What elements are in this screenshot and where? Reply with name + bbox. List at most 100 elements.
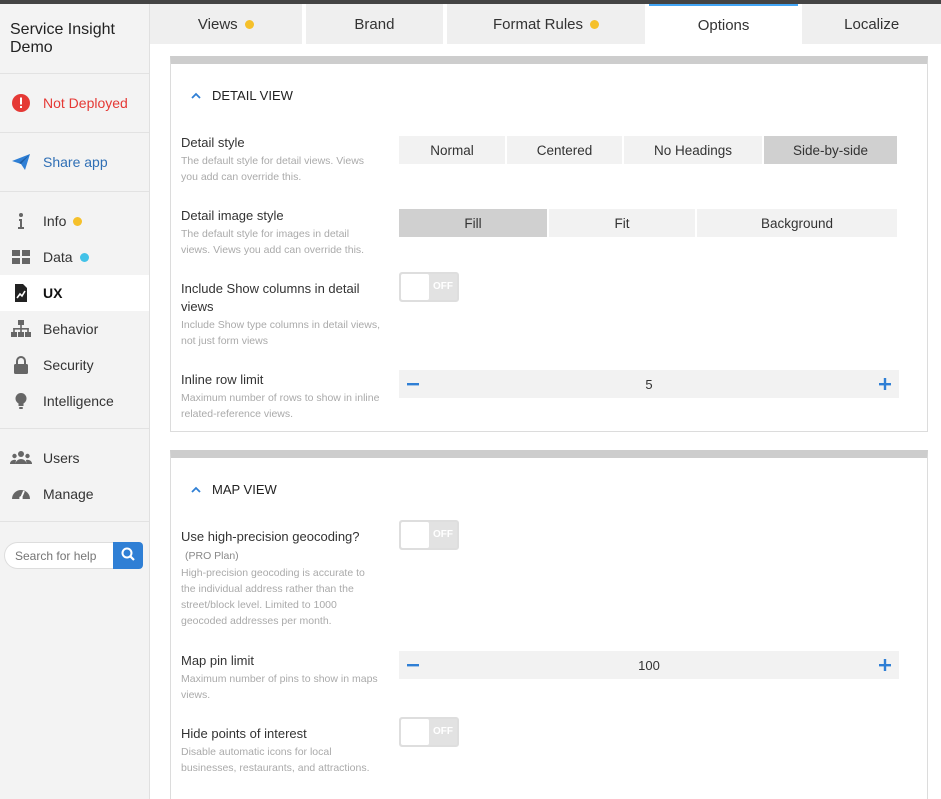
tab-views-dot (244, 19, 254, 29)
alert-icon (10, 93, 32, 113)
options-panel: DETAIL VIEW Detail style The default sty… (150, 44, 941, 799)
sidebar-item-data-label: Data (43, 249, 73, 265)
map-view-card: MAP VIEW Use high-precision geocoding? (… (170, 450, 928, 799)
sidebar-item-ux[interactable]: UX (0, 275, 149, 311)
tab-options-label: Options (697, 16, 750, 34)
sidebar-item-data[interactable]: Data (0, 239, 149, 275)
decrement-button[interactable] (399, 370, 427, 398)
deploy-status-label: Not Deployed (43, 95, 128, 111)
info-status-dot (73, 216, 83, 226)
decrement-button[interactable] (399, 651, 427, 679)
grid-icon (10, 247, 32, 267)
geocoding-toggle[interactable]: OFF (399, 520, 459, 550)
sidebar-item-ux-label: UX (43, 285, 63, 301)
tab-format-rules[interactable]: Format Rules (447, 4, 645, 44)
inline-row-limit-label-block: Inline row limit Maximum number of rows … (181, 371, 381, 422)
hide-poi-desc: Disable automatic icons for local busine… (181, 746, 370, 774)
sidebar-item-behavior[interactable]: Behavior (0, 311, 149, 347)
sidebar-item-behavior-label: Behavior (43, 321, 99, 337)
paper-plane-icon (10, 152, 32, 172)
detail-style-label: Detail style (181, 135, 245, 150)
detail-style-desc: The default style for detail views. View… (181, 155, 365, 183)
increment-button[interactable] (871, 651, 899, 679)
nav-section: Info Data UX Behavior Security Intellige… (0, 192, 149, 429)
tab-bar: Views Brand Format Rules Options Localiz… (150, 4, 941, 44)
lightbulb-icon (10, 391, 32, 411)
show-columns-desc: Include Show type columns in detail view… (181, 319, 381, 347)
inline-row-limit-stepper: 5 (399, 370, 899, 398)
detail-style-no-headings[interactable]: No Headings (624, 136, 762, 164)
map-view-title: MAP VIEW (212, 481, 277, 497)
pro-plan-note: (PRO Plan) (185, 550, 239, 562)
sidebar-item-manage-label: Manage (43, 486, 94, 502)
sidebar-item-info[interactable]: Info (0, 203, 149, 239)
minus-icon (407, 383, 419, 386)
detail-style-selector: Normal Centered No Headings Side-by-side (399, 136, 897, 164)
detail-style-centered[interactable]: Centered (507, 136, 622, 164)
detail-view-title: DETAIL VIEW (212, 87, 293, 103)
detail-style-side-by-side[interactable]: Side-by-side (764, 136, 897, 164)
detail-image-selector: Fill Fit Background (399, 209, 897, 237)
help-search-input[interactable] (4, 542, 113, 569)
tab-brand[interactable]: Brand (305, 4, 444, 44)
sidebar-item-security[interactable]: Security (0, 347, 149, 383)
detail-view-card: DETAIL VIEW Detail style The default sty… (170, 56, 928, 432)
sidebar: Service Insight Demo Not Deployed Share … (0, 4, 150, 799)
dashboard-icon (10, 484, 32, 504)
help-search-button[interactable] (113, 542, 143, 569)
geocoding-label-block: Use high-precision geocoding? (PRO Plan)… (181, 528, 381, 629)
sidebar-item-users-label: Users (43, 450, 80, 466)
deploy-status[interactable]: Not Deployed (0, 85, 149, 121)
data-status-dot (79, 252, 89, 262)
map-view-header[interactable]: MAP VIEW (171, 470, 927, 508)
users-icon (10, 448, 32, 468)
search-icon (121, 547, 135, 564)
tab-views[interactable]: Views (150, 4, 302, 44)
show-columns-label: Include Show columns in detail views (181, 281, 360, 314)
detail-style-normal[interactable]: Normal (399, 136, 505, 164)
detail-image-background[interactable]: Background (697, 209, 897, 237)
detail-view-header[interactable]: DETAIL VIEW (171, 76, 927, 114)
show-columns-toggle[interactable]: OFF (399, 272, 459, 302)
sidebar-item-info-label: Info (43, 213, 67, 229)
hide-poi-toggle[interactable]: OFF (399, 717, 459, 747)
sidebar-item-security-label: Security (43, 357, 94, 373)
detail-style-label-block: Detail style The default style for detai… (181, 134, 381, 185)
tab-format-rules-dot (590, 19, 599, 29)
plus-icon (878, 659, 891, 671)
inline-row-limit-desc: Maximum number of rows to show in inline… (181, 392, 380, 420)
sidebar-item-intelligence[interactable]: Intelligence (0, 383, 149, 419)
detail-image-fill[interactable]: Fill (399, 209, 547, 237)
geocoding-desc: High-precision geocoding is accurate to … (181, 567, 365, 627)
tab-brand-label: Brand (354, 15, 395, 33)
sitemap-icon (10, 319, 32, 339)
map-pin-limit-label-block: Map pin limit Maximum number of pins to … (181, 652, 381, 703)
toggle-knob (401, 274, 429, 300)
map-pin-limit-stepper: 100 (399, 651, 899, 679)
app-title: Service Insight Demo (0, 4, 149, 74)
map-pin-limit-value[interactable]: 100 (638, 658, 660, 673)
sidebar-item-users[interactable]: Users (0, 440, 149, 476)
toggle-state: OFF (433, 726, 453, 737)
ux-icon (10, 283, 32, 303)
toggle-state: OFF (433, 281, 453, 292)
chevron-up-icon (191, 92, 201, 99)
show-columns-label-block: Include Show columns in detail views Inc… (181, 280, 381, 349)
lock-icon (10, 355, 32, 375)
detail-image-label: Detail image style (181, 208, 284, 223)
geocoding-label: Use high-precision geocoding? (181, 529, 360, 544)
detail-image-fit[interactable]: Fit (549, 209, 695, 237)
inline-row-limit-value[interactable]: 5 (645, 377, 652, 392)
map-pin-limit-label: Map pin limit (181, 653, 254, 668)
share-app-link[interactable]: Share app (0, 144, 149, 180)
sidebar-item-intelligence-label: Intelligence (43, 393, 114, 409)
tab-localize[interactable]: Localize (802, 4, 941, 44)
sidebar-item-manage[interactable]: Manage (0, 476, 149, 512)
toggle-knob (401, 522, 429, 548)
map-pin-limit-desc: Maximum number of pins to show in maps v… (181, 673, 378, 701)
tab-options[interactable]: Options (648, 4, 799, 44)
admin-section: Users Manage (0, 429, 149, 522)
increment-button[interactable] (871, 370, 899, 398)
tab-views-label: Views (197, 15, 238, 33)
hide-poi-label: Hide points of interest (181, 726, 307, 741)
